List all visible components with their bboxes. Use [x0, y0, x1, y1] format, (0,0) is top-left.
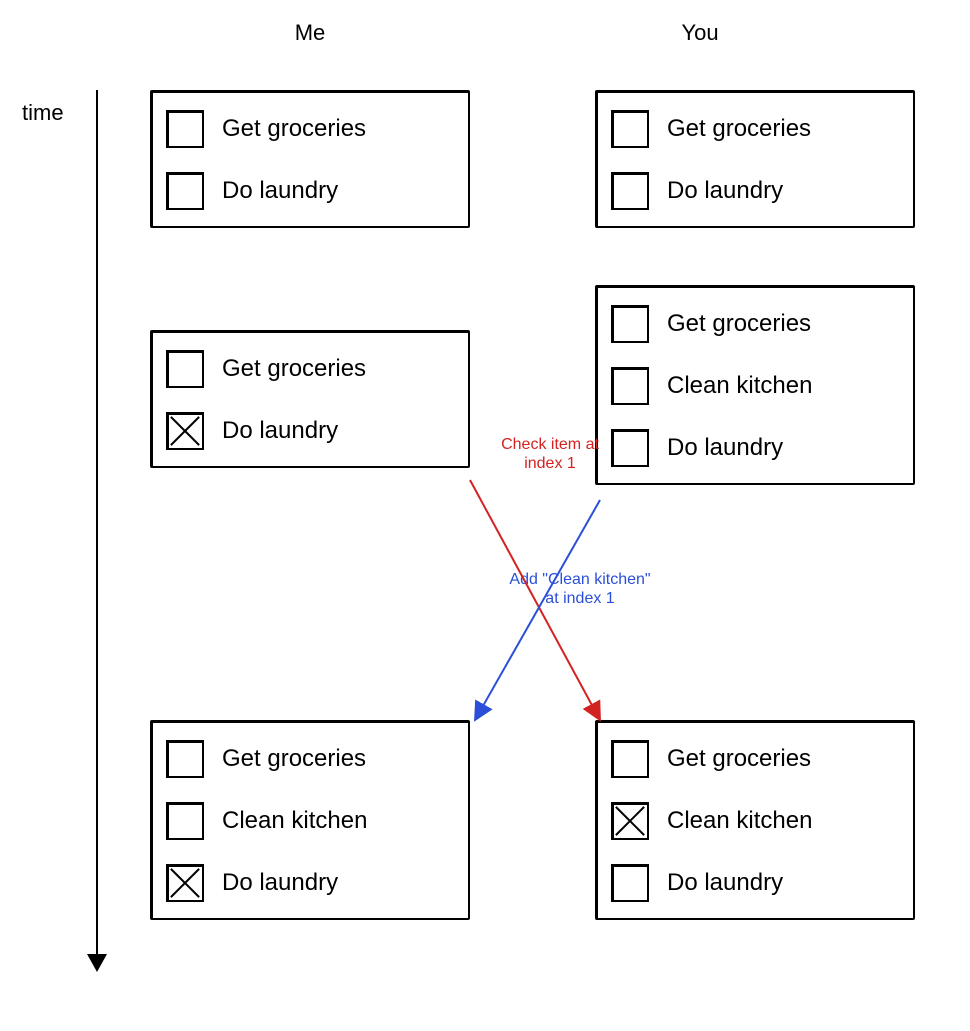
list-item: Get groceries [166, 740, 454, 778]
list-item-label: Clean kitchen [667, 807, 812, 835]
checkbox-icon [166, 172, 204, 210]
you-state-1: Get groceries Clean kitchen Do laundry [595, 285, 915, 485]
list-item-label: Get groceries [222, 745, 366, 773]
list-item: Do laundry [611, 429, 899, 467]
checkbox-icon [611, 367, 649, 405]
list-item: Clean kitchen [166, 802, 454, 840]
list-item-label: Do laundry [667, 177, 783, 205]
checkbox-icon [166, 802, 204, 840]
list-item-label: Get groceries [667, 310, 811, 338]
checkbox-icon [166, 740, 204, 778]
checkbox-icon [611, 305, 649, 343]
arrow-add-item [475, 500, 600, 720]
column-header-you: You [640, 20, 760, 46]
diagram-stage: Me You time Get groceries Do laundry Get… [0, 0, 970, 1031]
checkbox-icon [611, 864, 649, 902]
checkbox-icon [611, 802, 649, 840]
list-item: Do laundry [166, 412, 454, 450]
me-state-2: Get groceries Clean kitchen Do laundry [150, 720, 470, 920]
list-item: Get groceries [611, 305, 899, 343]
checkbox-icon [166, 110, 204, 148]
list-item: Clean kitchen [611, 367, 899, 405]
annotation-check: Check item at index 1 [480, 435, 620, 473]
column-header-me: Me [250, 20, 370, 46]
list-item-label: Do laundry [222, 869, 338, 897]
list-item: Get groceries [611, 740, 899, 778]
me-state-1: Get groceries Do laundry [150, 330, 470, 468]
list-item-label: Do laundry [222, 177, 338, 205]
checkbox-icon [166, 864, 204, 902]
list-item: Do laundry [166, 172, 454, 210]
list-item-label: Get groceries [222, 355, 366, 383]
time-axis-label: time [22, 100, 64, 126]
checkbox-icon [611, 172, 649, 210]
list-item-label: Get groceries [222, 115, 366, 143]
list-item-label: Do laundry [222, 417, 338, 445]
list-item-label: Do laundry [667, 434, 783, 462]
list-item: Get groceries [611, 110, 899, 148]
checkbox-icon [611, 740, 649, 778]
you-state-2: Get groceries Clean kitchen Do laundry [595, 720, 915, 920]
list-item: Do laundry [166, 864, 454, 902]
time-axis-arrow [96, 90, 98, 970]
checkbox-icon [611, 110, 649, 148]
list-item-label: Get groceries [667, 745, 811, 773]
you-state-0: Get groceries Do laundry [595, 90, 915, 228]
annotation-add: Add "Clean kitchen" at index 1 [490, 570, 670, 608]
list-item: Get groceries [166, 110, 454, 148]
list-item: Do laundry [611, 864, 899, 902]
list-item: Get groceries [166, 350, 454, 388]
me-state-0: Get groceries Do laundry [150, 90, 470, 228]
list-item-label: Get groceries [667, 115, 811, 143]
checkbox-icon [166, 350, 204, 388]
list-item-label: Clean kitchen [667, 372, 812, 400]
list-item: Clean kitchen [611, 802, 899, 840]
checkbox-icon [166, 412, 204, 450]
list-item: Do laundry [611, 172, 899, 210]
list-item-label: Do laundry [667, 869, 783, 897]
list-item-label: Clean kitchen [222, 807, 367, 835]
